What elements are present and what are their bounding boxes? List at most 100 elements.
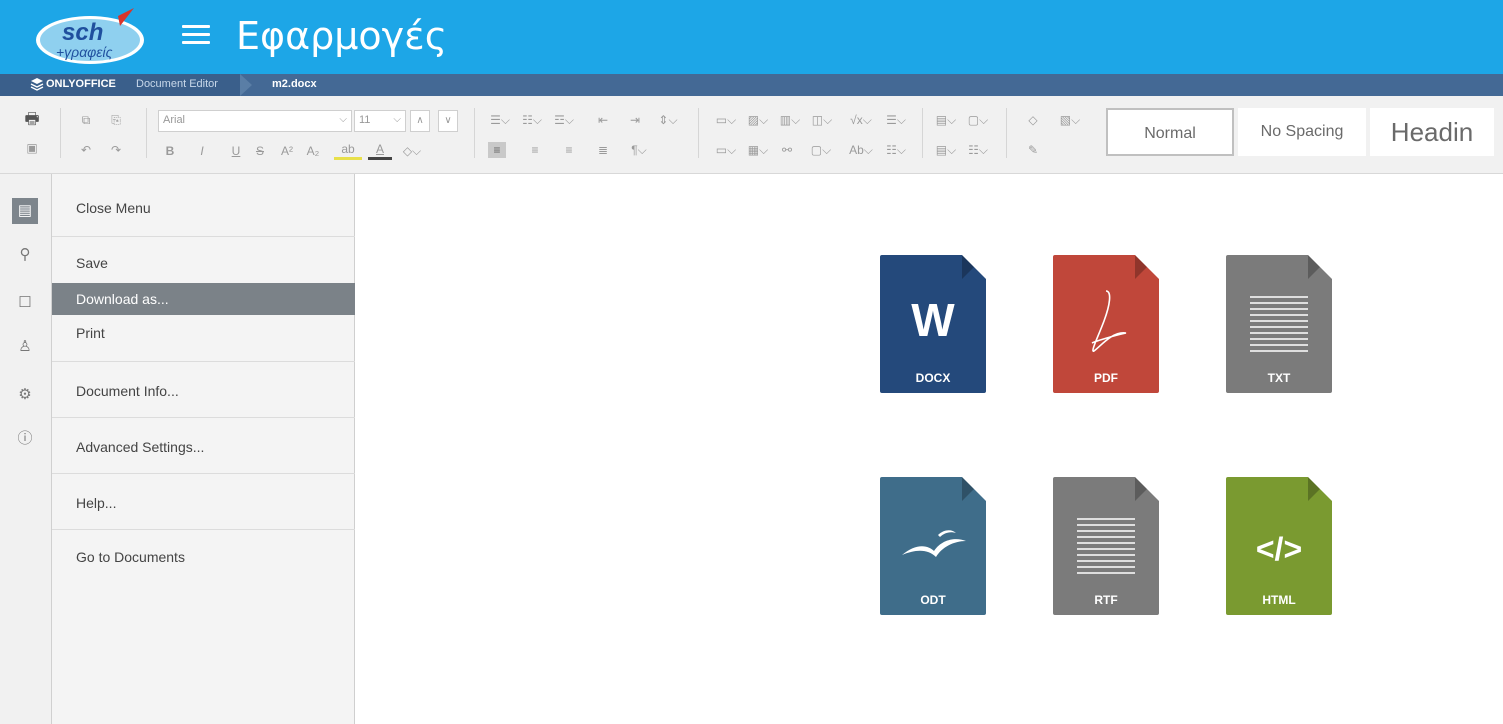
plugin-icon[interactable]: ⚙ bbox=[12, 382, 38, 408]
chevron-down-icon: ⌵ bbox=[393, 114, 401, 125]
insert-image-icon[interactable]: ▨⌵ bbox=[746, 112, 770, 128]
italic-button[interactable]: I bbox=[194, 143, 210, 159]
menu-hamburger-icon[interactable] bbox=[182, 25, 210, 47]
page-size-icon[interactable]: ▤⌵ bbox=[934, 142, 958, 158]
download-docx-tile[interactable]: W DOCX bbox=[880, 255, 986, 393]
svg-text:+γραφείς: +γραφείς bbox=[56, 44, 113, 60]
seagulls-icon bbox=[902, 530, 966, 557]
copy-icon[interactable]: ⧉ bbox=[76, 112, 96, 128]
download-txt-tile[interactable]: TXT bbox=[1226, 255, 1332, 393]
insert-table-icon[interactable]: ▦⌵ bbox=[746, 142, 770, 158]
increase-font-button[interactable]: ∧ bbox=[410, 110, 430, 132]
txt-label: TXT bbox=[1267, 371, 1291, 385]
pdf-label: PDF bbox=[1094, 371, 1118, 385]
menu-advanced-settings[interactable]: Advanced Settings... bbox=[52, 431, 355, 463]
redo-icon[interactable]: ↷ bbox=[106, 142, 126, 158]
header-footer-icon[interactable]: ▭⌵ bbox=[714, 142, 738, 158]
strikethrough-button[interactable]: S bbox=[252, 143, 268, 159]
bullets-icon[interactable]: ☰⌵ bbox=[488, 112, 512, 128]
html-label: HTML bbox=[1262, 593, 1296, 607]
bold-button[interactable]: B bbox=[162, 143, 178, 159]
print-icon[interactable]: 🖶 bbox=[22, 112, 42, 128]
sch-logo-icon[interactable]: sch +γραφείς bbox=[34, 6, 146, 66]
user-icon[interactable]: ♙ bbox=[12, 334, 38, 360]
docx-label: DOCX bbox=[915, 371, 951, 385]
style-no-spacing[interactable]: No Spacing bbox=[1238, 108, 1366, 156]
editor-toolbar: 🖶 ▣ ⧉ ⎘ ↶ ↷ Arial ⌵ 11 ⌵ ∧ ∨ B I U S A² … bbox=[0, 96, 1503, 174]
align-left-icon[interactable]: ≡ bbox=[488, 142, 506, 158]
left-sidebar: ▤ ⚲ ☐ ♙ ⚙ ⓘ bbox=[0, 174, 52, 724]
insert-chart-icon[interactable]: ▥⌵ bbox=[778, 112, 802, 128]
insert-equation-icon[interactable]: √x⌵ bbox=[846, 112, 876, 128]
line-spacing-icon[interactable]: ⇕⌵ bbox=[656, 112, 680, 128]
paste-icon[interactable]: ⎘ bbox=[106, 112, 126, 128]
download-pdf-tile[interactable]: PDF bbox=[1053, 255, 1159, 393]
align-right-icon[interactable]: ≡ bbox=[560, 142, 578, 158]
menu-document-info[interactable]: Document Info... bbox=[52, 375, 355, 407]
menu-help[interactable]: Help... bbox=[52, 487, 355, 519]
page-margins-icon[interactable]: ▢⌵ bbox=[966, 112, 990, 128]
paragraph-marks-icon[interactable]: ¶⌵ bbox=[626, 142, 652, 158]
highlight-color-button[interactable]: ab bbox=[334, 141, 362, 160]
dropcap-icon[interactable]: ☰⌵ bbox=[884, 112, 908, 128]
document-name: m2.docx bbox=[272, 78, 317, 90]
breadcrumb-arrow-icon bbox=[240, 74, 252, 96]
columns-icon[interactable]: ☷⌵ bbox=[884, 142, 908, 158]
style-heading[interactable]: Headin bbox=[1370, 108, 1494, 156]
menu-close[interactable]: Close Menu bbox=[52, 192, 355, 224]
justify-icon[interactable]: ≣ bbox=[594, 142, 612, 158]
comment-icon[interactable]: ☐ bbox=[12, 290, 38, 316]
download-html-tile[interactable]: </> HTML bbox=[1226, 477, 1332, 615]
info-icon[interactable]: ⓘ bbox=[12, 426, 38, 452]
app-title: Εφαρμογές bbox=[236, 14, 448, 58]
align-center-icon[interactable]: ≡ bbox=[526, 142, 544, 158]
download-rtf-tile[interactable]: RTF bbox=[1053, 477, 1159, 615]
download-odt-tile[interactable]: ODT bbox=[880, 477, 986, 615]
superscript-button[interactable]: A² bbox=[278, 143, 296, 159]
insert-textbox-icon[interactable]: ◫⌵ bbox=[810, 112, 834, 128]
editor-product-name: Document Editor bbox=[136, 78, 218, 90]
font-color-button[interactable]: A bbox=[368, 141, 392, 160]
text-art-icon[interactable]: Ab⌵ bbox=[846, 142, 876, 158]
pdf-icon bbox=[1091, 290, 1127, 352]
insert-shape-icon[interactable]: ▢⌵ bbox=[808, 142, 834, 158]
svg-text:sch: sch bbox=[62, 19, 103, 46]
save-icon[interactable]: ▣ bbox=[22, 140, 42, 156]
odt-label: ODT bbox=[920, 593, 946, 607]
page-break-icon[interactable]: ▭⌵ bbox=[714, 112, 738, 128]
multilevel-list-icon[interactable]: ☲⌵ bbox=[552, 112, 576, 128]
undo-icon[interactable]: ↶ bbox=[76, 142, 96, 158]
style-normal[interactable]: Normal bbox=[1106, 108, 1234, 156]
page-orientation-icon[interactable]: ▤⌵ bbox=[934, 112, 958, 128]
shading-icon[interactable]: ◇⌵ bbox=[400, 143, 424, 159]
page-columns-icon[interactable]: ☷⌵ bbox=[966, 142, 990, 158]
onlyoffice-logo-icon bbox=[30, 78, 44, 91]
app-header: sch +γραφείς Εφαρμογές bbox=[0, 0, 1503, 74]
underline-button[interactable]: U bbox=[228, 143, 244, 159]
file-icon[interactable]: ▤ bbox=[12, 198, 38, 224]
menu-save[interactable]: Save bbox=[52, 247, 355, 279]
decrease-font-button[interactable]: ∨ bbox=[438, 110, 458, 132]
subscript-button[interactable]: A₂ bbox=[304, 143, 322, 159]
search-icon[interactable]: ⚲ bbox=[12, 242, 38, 268]
menu-go-to-documents[interactable]: Go to Documents bbox=[52, 541, 355, 573]
text-lines-icon bbox=[1077, 518, 1135, 574]
chevron-down-icon: ⌵ bbox=[339, 114, 347, 125]
color-scheme-icon[interactable]: ▧⌵ bbox=[1058, 112, 1082, 128]
decrease-indent-icon[interactable]: ⇤ bbox=[594, 112, 612, 128]
font-name-value: Arial bbox=[163, 114, 186, 126]
hyperlink-icon[interactable]: ⚯ bbox=[778, 142, 796, 158]
font-name-select[interactable]: Arial ⌵ bbox=[158, 110, 352, 132]
text-lines-icon bbox=[1250, 296, 1308, 352]
font-size-value: 11 bbox=[359, 114, 371, 126]
menu-download-as[interactable]: Download as... bbox=[52, 283, 355, 315]
clear-style-icon[interactable]: ◇ bbox=[1024, 112, 1042, 128]
font-size-select[interactable]: 11 ⌵ bbox=[354, 110, 406, 132]
menu-print[interactable]: Print bbox=[52, 317, 355, 349]
word-icon: W bbox=[911, 294, 955, 346]
file-menu: Close Menu Save Download as... Print Doc… bbox=[52, 174, 355, 724]
copy-style-icon[interactable]: ✎ bbox=[1024, 142, 1042, 158]
numbering-icon[interactable]: ☷⌵ bbox=[520, 112, 544, 128]
rtf-label: RTF bbox=[1094, 593, 1118, 607]
increase-indent-icon[interactable]: ⇥ bbox=[626, 112, 644, 128]
